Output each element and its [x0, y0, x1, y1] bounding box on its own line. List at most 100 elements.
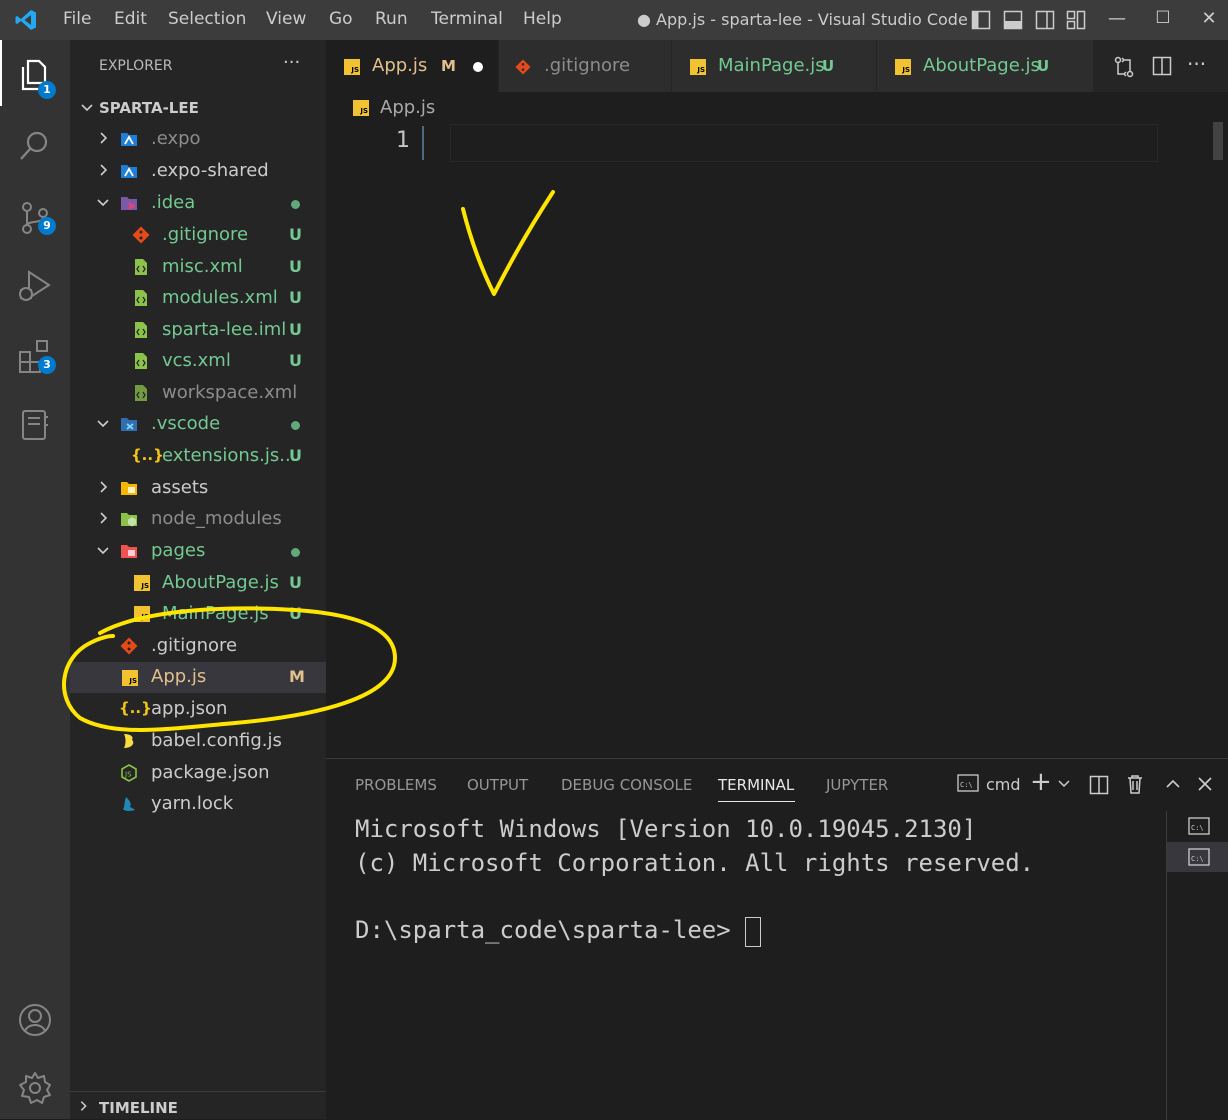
close-panel-icon[interactable]	[1197, 776, 1213, 792]
tree-label: assets	[151, 477, 209, 498]
tree-folder-node-modules[interactable]: node_modules	[70, 504, 326, 535]
menu-go[interactable]: Go	[329, 9, 353, 29]
menu-run[interactable]: Run	[375, 9, 408, 29]
notebook-activity[interactable]	[0, 393, 70, 453]
xml-file-icon	[135, 290, 147, 306]
tree-file-extensions-json[interactable]: {..} extensions.js... U	[70, 441, 326, 472]
explorer-more-icon[interactable]: ···	[283, 52, 300, 73]
js-file-icon: JS	[134, 575, 150, 591]
explorer-header: EXPLORER	[99, 58, 173, 74]
tree-label: node_modules	[151, 508, 282, 529]
chevron-down-icon[interactable]	[1058, 779, 1070, 789]
terminal-shell-name[interactable]: cmd	[986, 775, 1021, 794]
js-file-icon: JS	[895, 59, 911, 75]
nodejs-file-icon: JS	[121, 764, 137, 782]
tree-file-package-json[interactable]: JS package.json	[70, 758, 326, 789]
tree-file-sparta-lee-iml[interactable]: sparta-lee.iml U	[70, 315, 326, 346]
tree-label: AboutPage.js	[162, 572, 279, 593]
current-line-highlight	[450, 124, 1158, 162]
node-folder-icon	[121, 513, 137, 527]
new-terminal-icon[interactable]: +	[1030, 767, 1052, 797]
timeline-section[interactable]: TIMELINE	[70, 1091, 326, 1120]
panel-tab-terminal[interactable]: TERMINAL	[718, 776, 794, 794]
tree-file-idea-gitignore[interactable]: .gitignore U	[70, 220, 326, 251]
menu-selection[interactable]: Selection	[168, 9, 246, 29]
circle-annotation	[62, 606, 398, 732]
more-actions-icon[interactable]: ···	[1187, 52, 1206, 76]
panel-tab-output[interactable]: OUTPUT	[467, 776, 528, 794]
git-status: U	[289, 573, 302, 592]
terminal-cursor	[745, 917, 761, 947]
maximize-panel-icon[interactable]	[1165, 778, 1181, 790]
panel-tab-debug-console[interactable]: DEBUG CONSOLE	[561, 776, 692, 794]
bottom-panel: PROBLEMS OUTPUT DEBUG CONSOLE TERMINAL J…	[326, 758, 1228, 1120]
code-editor[interactable]: 1	[326, 122, 1228, 758]
tree-label: package.json	[151, 762, 270, 783]
tree-label: misc.xml	[162, 256, 243, 277]
terminal-instance-active[interactable]: C:\	[1167, 842, 1228, 872]
menu-view[interactable]: View	[266, 9, 306, 29]
menu-help[interactable]: Help	[523, 9, 562, 29]
tree-file-yarn-lock[interactable]: yarn.lock	[70, 789, 326, 820]
tree-folder-vscode[interactable]: .vscode	[70, 409, 326, 440]
terminal-output[interactable]: Microsoft Windows [Version 10.0.19045.21…	[355, 815, 1155, 975]
tree-file-vcs-xml[interactable]: vcs.xml U	[70, 346, 326, 377]
xml-file-icon	[135, 322, 147, 338]
tree-label: extensions.js...	[162, 445, 297, 466]
status-dot	[291, 421, 300, 430]
git-status: U	[289, 446, 302, 465]
menu-file[interactable]: File	[63, 9, 91, 29]
tree-folder-idea[interactable]: .idea	[70, 188, 326, 219]
tab-aboutpage-js[interactable]: JS AboutPage.js U	[877, 40, 1094, 92]
tab-mainpage-js[interactable]: JS MainPage.js U	[672, 40, 877, 92]
run-debug-activity[interactable]	[0, 254, 70, 314]
editor-scrollbar[interactable]	[1213, 122, 1223, 160]
git-status: U	[289, 288, 302, 307]
breadcrumb-file[interactable]: App.js	[380, 97, 435, 118]
chevron-right-icon	[100, 512, 108, 524]
menu-edit[interactable]: Edit	[114, 9, 147, 29]
panel-tab-problems[interactable]: PROBLEMS	[355, 776, 437, 794]
svg-text:JS: JS	[124, 771, 132, 779]
tree-file-misc-xml[interactable]: misc.xml U	[70, 252, 326, 283]
terminal-instance[interactable]: C:\	[1167, 811, 1228, 841]
expo-folder-icon	[121, 165, 137, 178]
menu-terminal[interactable]: Terminal	[431, 9, 503, 29]
yarn-file-icon	[123, 797, 135, 811]
close-window-icon[interactable]: ✕	[1194, 8, 1224, 29]
run-debug-icon	[19, 270, 51, 301]
split-terminal-icon[interactable]	[1089, 775, 1109, 795]
explorer-activity[interactable]: 1	[0, 43, 70, 103]
tree-folder-expo-shared[interactable]: .expo-shared	[70, 156, 326, 187]
tree-file-modules-xml[interactable]: modules.xml U	[70, 283, 326, 314]
tab-app-js[interactable]: JS App.js M	[326, 40, 499, 92]
maximize-icon[interactable]: ☐	[1148, 8, 1178, 28]
panel-tab-jupyter[interactable]: JUPYTER	[826, 776, 888, 794]
minimize-icon[interactable]: —	[1102, 8, 1132, 29]
compare-changes-icon[interactable]	[1113, 56, 1135, 78]
tree-folder-pages[interactable]: pages	[70, 536, 326, 567]
tree-folder-assets[interactable]: assets	[70, 473, 326, 504]
js-file-icon: JS	[344, 59, 360, 75]
extensions-activity[interactable]: 3	[0, 324, 70, 384]
toggle-secondary-sidebar-icon[interactable]	[1035, 10, 1055, 30]
accounts-activity[interactable]	[0, 988, 70, 1048]
xml-file-icon	[135, 259, 147, 275]
active-tab-underline	[718, 801, 795, 802]
git-status: U	[289, 351, 302, 370]
tree-file-aboutpage-js[interactable]: JS AboutPage.js U	[70, 568, 326, 599]
tree-file-workspace-xml[interactable]: workspace.xml	[70, 378, 326, 409]
source-control-activity[interactable]: 9	[0, 186, 70, 246]
tree-folder-expo[interactable]: .expo	[70, 124, 326, 155]
customize-layout-icon[interactable]	[1066, 10, 1086, 30]
pages-folder-icon	[121, 545, 137, 558]
unsaved-dot-icon[interactable]	[473, 62, 483, 72]
split-editor-icon[interactable]	[1152, 56, 1172, 76]
toggle-sidebar-icon[interactable]	[971, 10, 991, 30]
tab-gitignore[interactable]: .gitignore	[499, 40, 672, 92]
toggle-panel-icon[interactable]	[1003, 10, 1023, 30]
workspace-root[interactable]: SPARTA-LEE	[70, 93, 326, 124]
manage-activity[interactable]	[0, 1056, 70, 1116]
trash-icon[interactable]	[1126, 774, 1144, 794]
search-activity[interactable]	[0, 114, 70, 174]
